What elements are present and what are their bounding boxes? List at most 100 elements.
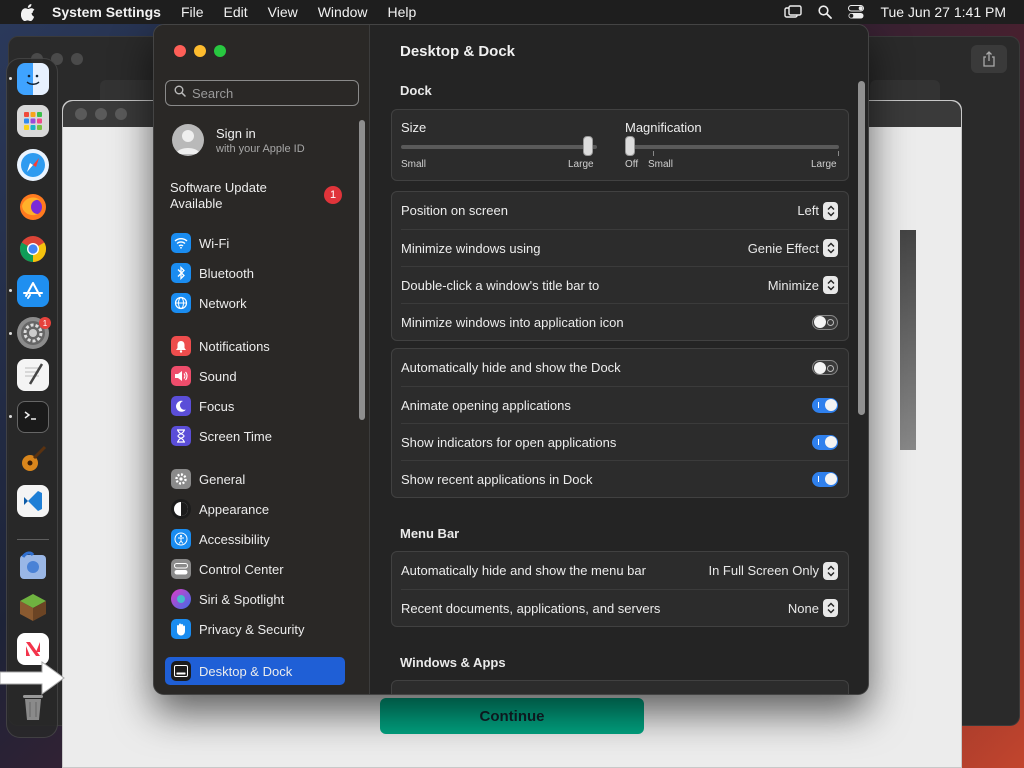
signin-subtitle: with your Apple ID <box>216 142 305 155</box>
menu-clock[interactable]: Tue Jun 27 1:41 PM <box>880 4 1006 20</box>
size-label: Size <box>401 120 427 135</box>
apple-menu-icon[interactable] <box>18 2 38 22</box>
sidebar-item-desktop-dock[interactable]: Desktop & Dock <box>165 657 345 685</box>
sidebar-item-label: Focus <box>199 398 235 414</box>
software-update-item[interactable]: Software Update Available 1 <box>170 180 350 212</box>
magnification-min-label: Small <box>648 159 674 170</box>
launchpad-icon[interactable] <box>17 105 49 137</box>
menu-help[interactable]: Help <box>388 4 417 20</box>
sidebar-item-appearance[interactable]: Appearance <box>165 495 345 523</box>
magnification-tick <box>653 151 654 156</box>
popup-value: In Full Screen Only <box>708 563 819 578</box>
sidebar-item-control-center[interactable]: Control Center <box>165 555 345 583</box>
row-label: Automatically hide and show the Dock <box>401 360 621 375</box>
row-autohide-menu-bar: Automatically hide and show the menu bar… <box>392 552 848 589</box>
chrome-icon[interactable] <box>17 233 49 265</box>
continue-button[interactable]: Continue <box>380 698 644 734</box>
minimize-effect-popup[interactable]: Genie Effect <box>748 239 838 257</box>
position-popup[interactable]: Left <box>797 201 838 220</box>
sidebar-item-label: Notifications <box>199 338 270 354</box>
sidebar-item-siri-spotlight[interactable]: Siri & Spotlight <box>165 585 345 613</box>
spotlight-search-icon[interactable] <box>818 5 833 19</box>
bell-icon <box>171 336 191 356</box>
minecraft-icon[interactable] <box>17 591 49 623</box>
app-store-icon[interactable] <box>17 275 49 307</box>
sidebar-item-sound[interactable]: Sound <box>165 362 345 390</box>
row-minimize-windows-using: Minimize windows using Genie Effect <box>401 229 848 266</box>
sidebar-item-focus[interactable]: Focus <box>165 392 345 420</box>
share-icon[interactable] <box>971 45 1007 73</box>
row-label: Position on screen <box>401 203 508 218</box>
garageband-icon[interactable] <box>17 443 49 475</box>
sidebar-item-network[interactable]: Network <box>165 289 345 317</box>
section-title-windows-apps: Windows & Apps <box>400 655 506 670</box>
magnification-off-label: Off <box>625 159 639 170</box>
gear-icon <box>171 469 191 489</box>
minimize-into-app-icon-toggle[interactable] <box>812 314 838 330</box>
minimize-button[interactable] <box>194 45 206 57</box>
menu-view[interactable]: View <box>268 4 298 20</box>
autohide-dock-toggle[interactable] <box>812 360 838 375</box>
search-field[interactable] <box>165 80 359 106</box>
dock-separator <box>17 539 49 540</box>
sidebar-item-label: Bluetooth <box>199 265 254 281</box>
sidebar-scrollbar[interactable] <box>359 120 365 420</box>
size-slider-thumb[interactable] <box>583 136 594 156</box>
row-animate-opening: Animate opening applications <box>401 386 848 423</box>
running-indicator <box>9 77 12 80</box>
sidebar-item-label: Accessibility <box>199 531 270 547</box>
up-down-chevron-icon <box>823 201 838 220</box>
finder-icon[interactable] <box>17 63 49 95</box>
sidebar-item-label: Privacy & Security <box>199 621 305 637</box>
up-down-chevron-icon <box>823 276 838 294</box>
settings-badge: 1 <box>39 317 51 329</box>
animate-opening-toggle[interactable] <box>812 397 838 413</box>
sidebar-item-privacy-security[interactable]: Privacy & Security <box>165 615 345 643</box>
dock-icon <box>171 661 191 681</box>
size-slider-track[interactable] <box>401 145 597 149</box>
dock-options-group: Position on screen Left Minimize windows… <box>391 191 849 341</box>
running-indicator <box>9 332 12 335</box>
textedit-icon[interactable] <box>17 359 49 391</box>
magnification-slider-thumb[interactable] <box>625 136 635 156</box>
content-scrollbar[interactable] <box>858 81 865 415</box>
vscode-icon[interactable] <box>17 485 49 517</box>
row-label: Double-click a window's title bar to <box>401 277 600 293</box>
magnification-slider-track[interactable] <box>625 145 839 149</box>
row-label: Minimize windows using <box>401 240 541 256</box>
recent-items-popup[interactable]: None <box>788 599 838 617</box>
sidebar-item-screen-time[interactable]: Screen Time <box>165 422 345 450</box>
hourglass-icon <box>171 426 191 446</box>
dock-size-group: Size Small Large Magnification Off Small… <box>391 109 849 181</box>
sidebar-item-accessibility[interactable]: Accessibility <box>165 525 345 553</box>
show-indicators-toggle[interactable] <box>812 434 838 450</box>
sidebar-item-notifications[interactable]: Notifications <box>165 332 345 360</box>
screen-mirroring-icon[interactable] <box>784 5 803 19</box>
migration-icon[interactable] <box>17 549 49 581</box>
show-recent-apps-toggle[interactable] <box>812 471 838 487</box>
row-label: Show indicators for open applications <box>401 434 617 450</box>
terminal-icon[interactable] <box>17 401 49 433</box>
row-position-on-screen: Position on screen Left <box>392 192 848 229</box>
menu-app-name[interactable]: System Settings <box>52 4 161 20</box>
sidebar-item-wifi[interactable]: Wi-Fi <box>165 229 345 257</box>
control-center-icon[interactable] <box>848 5 865 19</box>
autohide-menu-bar-popup[interactable]: In Full Screen Only <box>708 561 838 580</box>
apple-id-signin[interactable]: Sign in with your Apple ID <box>172 124 305 156</box>
up-down-chevron-icon <box>823 239 838 257</box>
close-button[interactable] <box>174 45 186 57</box>
sidebar-item-label: Sound <box>199 368 237 384</box>
double-click-action-popup[interactable]: Minimize <box>768 276 838 294</box>
sidebar-item-general[interactable]: General <box>165 465 345 493</box>
firefox-icon[interactable] <box>17 191 49 223</box>
safari-icon[interactable] <box>17 149 49 181</box>
zoom-button[interactable] <box>214 45 226 57</box>
menu-window[interactable]: Window <box>318 4 368 20</box>
row-show-indicators: Show indicators for open applications <box>401 423 848 460</box>
search-input[interactable] <box>192 85 352 101</box>
speaker-icon <box>171 366 191 386</box>
menu-edit[interactable]: Edit <box>224 4 248 20</box>
menu-file[interactable]: File <box>181 4 204 20</box>
sidebar-item-bluetooth[interactable]: Bluetooth <box>165 259 345 287</box>
row-show-recent-apps: Show recent applications in Dock <box>401 460 848 497</box>
